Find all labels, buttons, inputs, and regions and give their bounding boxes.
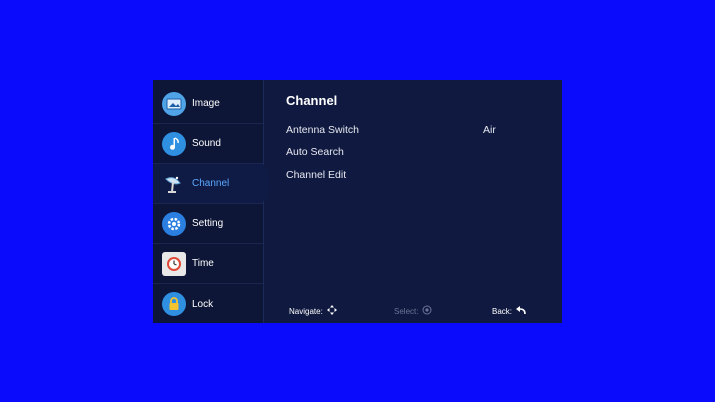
page-title: Channel bbox=[286, 93, 338, 108]
lock-icon bbox=[162, 292, 186, 316]
navigate-hint: Navigate: bbox=[289, 305, 337, 317]
ok-button-icon bbox=[422, 305, 432, 317]
sidebar-item-label: Channel bbox=[192, 178, 230, 189]
back-arrow-icon bbox=[516, 305, 526, 317]
dpad-arrows-icon bbox=[326, 305, 337, 317]
sidebar-item-setting[interactable]: Setting bbox=[153, 204, 263, 244]
satellite-dish-icon bbox=[162, 172, 186, 196]
sidebar: Image Sound Channel Setting Time Lock bbox=[153, 80, 264, 323]
sidebar-item-label: Image bbox=[192, 98, 220, 109]
select-label: Select: bbox=[394, 306, 419, 316]
sidebar-item-image[interactable]: Image bbox=[153, 84, 263, 124]
back-hint: Back: bbox=[492, 305, 526, 317]
menu-item-auto-search[interactable]: Auto Search bbox=[286, 146, 344, 158]
antenna-switch-value: Air bbox=[483, 124, 496, 136]
menu-item-antenna-switch[interactable]: Antenna Switch bbox=[286, 124, 359, 136]
navigate-label: Navigate: bbox=[289, 306, 323, 316]
sidebar-item-label: Sound bbox=[192, 138, 221, 149]
menu-item-channel-edit[interactable]: Channel Edit bbox=[286, 169, 346, 181]
sidebar-item-lock[interactable]: Lock bbox=[153, 284, 263, 324]
clock-icon bbox=[162, 251, 186, 276]
sidebar-item-label: Setting bbox=[192, 218, 224, 229]
sidebar-item-channel[interactable]: Channel bbox=[153, 164, 263, 204]
footer-hints: Navigate: Select: Back: bbox=[263, 303, 562, 319]
sidebar-item-label: Time bbox=[192, 258, 214, 269]
image-icon bbox=[162, 91, 186, 116]
select-hint: Select: bbox=[394, 305, 432, 317]
gear-icon bbox=[162, 211, 186, 236]
sidebar-item-label: Lock bbox=[192, 298, 214, 310]
back-label: Back: bbox=[492, 306, 513, 316]
sidebar-item-time[interactable]: Time bbox=[153, 244, 263, 284]
sidebar-item-sound[interactable]: Sound bbox=[153, 124, 263, 164]
tv-menu-panel: Image Sound Channel Setting Time Lock Ch… bbox=[153, 80, 562, 323]
music-note-icon bbox=[162, 131, 186, 156]
channel-content: Channel Antenna Switch Air Auto Search C… bbox=[263, 80, 562, 323]
